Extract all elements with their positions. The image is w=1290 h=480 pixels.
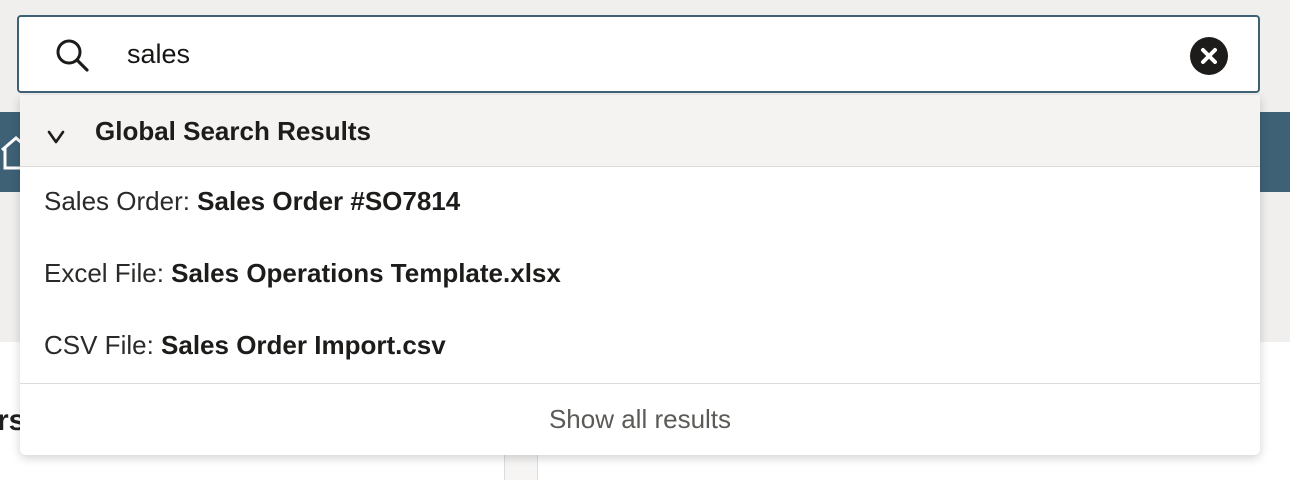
result-item[interactable]: Sales Order: Sales Order #SO7814 (20, 167, 1260, 239)
result-text: Excel File: Sales Operations Template.xl… (44, 258, 561, 289)
close-icon (1201, 48, 1217, 64)
clear-search-button[interactable] (1190, 37, 1228, 75)
search-input[interactable] (127, 29, 1167, 79)
result-name: Sales Operations Template.xlsx (171, 258, 561, 288)
result-text: CSV File: Sales Order Import.csv (44, 330, 446, 361)
global-search-results-header[interactable]: Global Search Results (20, 95, 1260, 167)
result-type-label: Excel File: (44, 258, 172, 288)
global-search-box[interactable] (17, 15, 1260, 93)
result-name: Sales Order Import.csv (161, 330, 446, 360)
search-results-dropdown: Global Search Results Sales Order: Sales… (20, 95, 1260, 455)
chevron-down-icon (47, 130, 65, 144)
group-title: Global Search Results (95, 116, 371, 146)
show-all-results-link[interactable]: Show all results (20, 384, 1260, 455)
result-text: Sales Order: Sales Order #SO7814 (44, 186, 460, 217)
result-name: Sales Order #SO7814 (197, 186, 461, 216)
result-item[interactable]: Excel File: Sales Operations Template.xl… (20, 239, 1260, 311)
result-item[interactable]: CSV File: Sales Order Import.csv (20, 311, 1260, 383)
result-type-label: Sales Order: (44, 186, 198, 216)
search-icon (56, 39, 89, 72)
result-type-label: CSV File: (44, 330, 162, 360)
